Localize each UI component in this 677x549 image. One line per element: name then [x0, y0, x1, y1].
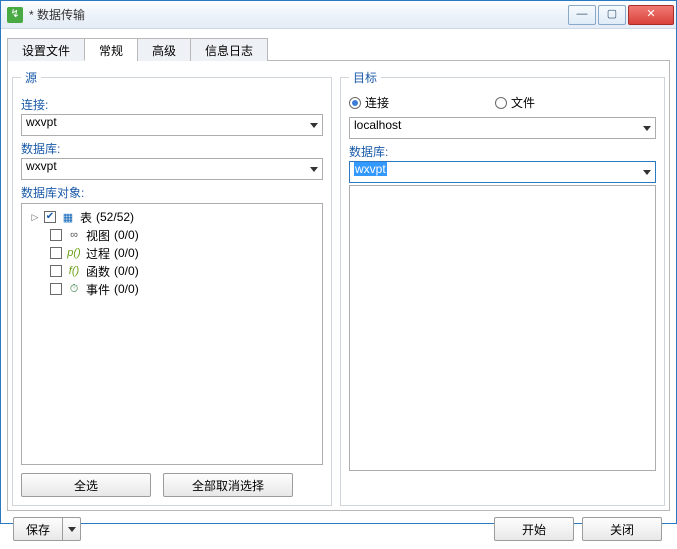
minimize-button[interactable]: — [568, 5, 596, 25]
target-mode-file[interactable]: 文件 [495, 94, 535, 111]
expand-icon[interactable]: ▷ [30, 212, 40, 223]
source-connection-combo[interactable]: wxvpt [21, 114, 323, 136]
target-database-combo[interactable]: wxvpt [349, 161, 656, 183]
radio-label: 文件 [511, 94, 535, 111]
combo-value: wxvpt [26, 159, 57, 173]
button-label: 全部取消选择 [192, 477, 264, 494]
source-connection-label: 连接: [21, 96, 323, 113]
tree-label: 过程 [86, 245, 110, 262]
combo-value: wxvpt [26, 115, 57, 129]
select-all-button[interactable]: 全选 [21, 473, 151, 497]
start-button[interactable]: 开始 [494, 517, 574, 541]
target-mode-row: 连接 文件 [349, 94, 656, 111]
button-label: 全选 [74, 477, 98, 494]
tab-log[interactable]: 信息日志 [190, 38, 268, 61]
radio-icon [495, 97, 507, 109]
minimize-icon: — [577, 9, 588, 20]
window-buttons: — ▢ ✕ [566, 5, 674, 25]
event-icon: ⏱ [66, 282, 82, 296]
checkbox[interactable] [44, 211, 56, 223]
tree-label: 事件 [86, 281, 110, 298]
tab-label: 信息日志 [205, 44, 253, 58]
button-label: 关闭 [610, 521, 634, 538]
tree-node-events[interactable]: ⏱ 事件 (0/0) [24, 280, 320, 298]
table-icon: ▦ [60, 210, 76, 224]
tab-label: 设置文件 [22, 44, 70, 58]
tree-node-views[interactable]: ∞ 视图 (0/0) [24, 226, 320, 244]
tree-count: (0/0) [114, 246, 139, 260]
combo-value: localhost [354, 118, 401, 132]
tree-node-funcs[interactable]: f() 函数 (0/0) [24, 262, 320, 280]
target-list[interactable] [349, 185, 656, 471]
target-mode-connection[interactable]: 连接 [349, 94, 389, 111]
source-objects-label: 数据库对象: [21, 184, 323, 201]
close-icon: ✕ [646, 9, 655, 20]
tree-label: 表 [80, 209, 92, 226]
radio-label: 连接 [365, 94, 389, 111]
source-group: 源 连接: wxvpt 数据库: wxvpt 数据库对象: ▷ ▦ 表 (52/… [12, 69, 332, 506]
source-database-combo[interactable]: wxvpt [21, 158, 323, 180]
tab-label: 常规 [99, 44, 123, 58]
tree-count: (52/52) [96, 210, 134, 224]
tree-node-tables[interactable]: ▷ ▦ 表 (52/52) [24, 208, 320, 226]
tab-bar: 设置文件 常规 高级 信息日志 [7, 37, 670, 61]
save-dropdown-button[interactable] [63, 517, 81, 541]
save-split-button: 保存 [13, 517, 81, 541]
tab-settings-file[interactable]: 设置文件 [7, 38, 85, 61]
title-bar: * 数据传输 — ▢ ✕ [1, 1, 676, 29]
close-dialog-button[interactable]: 关闭 [582, 517, 662, 541]
deselect-all-button[interactable]: 全部取消选择 [163, 473, 293, 497]
checkbox[interactable] [50, 283, 62, 295]
client-area: 设置文件 常规 高级 信息日志 源 连接: wxvpt 数据库: wxvpt 数… [1, 29, 676, 549]
checkbox[interactable] [50, 265, 62, 277]
maximize-button[interactable]: ▢ [598, 5, 626, 25]
procedure-icon: p() [66, 246, 82, 260]
tree-count: (0/0) [114, 264, 139, 278]
bottom-bar: 保存 开始 关闭 [7, 511, 670, 543]
select-buttons: 全选 全部取消选择 [21, 473, 323, 497]
target-group: 目标 连接 文件 localhost 数据库: wxvpt [340, 69, 665, 506]
tab-general[interactable]: 常规 [84, 38, 138, 61]
target-database-label: 数据库: [349, 143, 656, 160]
tree-label: 函数 [86, 263, 110, 280]
tree-label: 视图 [86, 227, 110, 244]
maximize-icon: ▢ [607, 9, 617, 20]
db-objects-tree[interactable]: ▷ ▦ 表 (52/52) ∞ 视图 (0/0) p() 过程 (0/0) [21, 203, 323, 465]
app-icon [7, 7, 23, 23]
tab-content: 源 连接: wxvpt 数据库: wxvpt 数据库对象: ▷ ▦ 表 (52/… [7, 61, 670, 511]
tree-count: (0/0) [114, 228, 139, 242]
target-connection-combo[interactable]: localhost [349, 117, 656, 139]
button-label: 开始 [522, 521, 546, 538]
tree-count: (0/0) [114, 282, 139, 296]
button-label: 保存 [26, 521, 50, 538]
checkbox[interactable] [50, 229, 62, 241]
target-legend: 目标 [349, 69, 381, 86]
tree-node-procs[interactable]: p() 过程 (0/0) [24, 244, 320, 262]
function-icon: f() [66, 264, 82, 278]
source-database-label: 数据库: [21, 140, 323, 157]
view-icon: ∞ [66, 228, 82, 242]
tab-label: 高级 [152, 44, 176, 58]
save-button[interactable]: 保存 [13, 517, 63, 541]
checkbox[interactable] [50, 247, 62, 259]
tab-advanced[interactable]: 高级 [137, 38, 191, 61]
close-button[interactable]: ✕ [628, 5, 674, 25]
source-legend: 源 [21, 69, 41, 86]
window-title: * 数据传输 [29, 6, 566, 23]
radio-icon [349, 97, 361, 109]
combo-value: wxvpt [354, 162, 387, 176]
